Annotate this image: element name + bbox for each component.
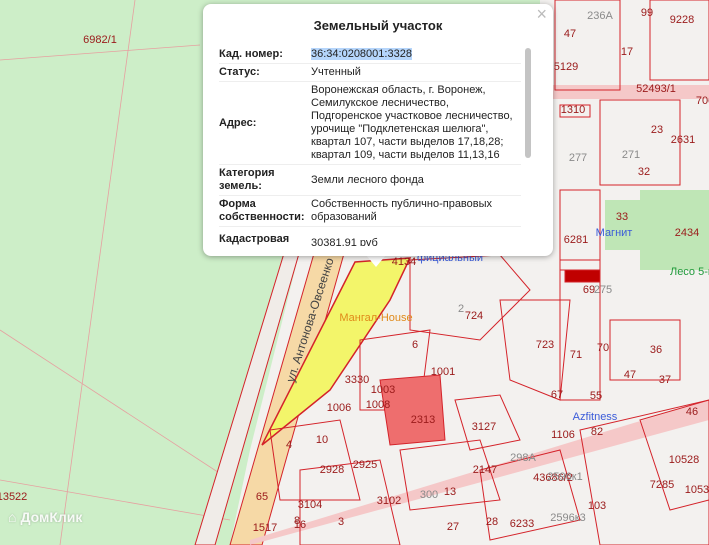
map-label: 3127: [471, 421, 497, 433]
map-label: 52493/1: [636, 83, 676, 95]
map-label: 724: [464, 310, 484, 322]
cadastral-number-value[interactable]: 36:34:0208001:3328: [311, 48, 412, 60]
scrollbar-thumb[interactable]: [525, 48, 531, 158]
field-label: Кад. номер:: [219, 48, 283, 60]
map-label: 3102: [376, 495, 402, 507]
map-label: 10528: [668, 454, 700, 466]
address-value: Воронежская область, г. Воронеж, Семилук…: [311, 84, 513, 161]
watermark-text: ДомКлик: [20, 509, 83, 525]
map-label: 1106: [551, 429, 575, 441]
map-label: 2596к1: [547, 471, 583, 483]
map-label: 16: [293, 519, 307, 531]
map-label: Магнит: [595, 227, 633, 239]
popup-title: Земельный участок: [313, 18, 443, 33]
field-label: Форма собственности:: [219, 198, 305, 223]
row-cadastral-number: Кад. номер: 36:34:0208001:3328: [219, 46, 521, 64]
map-label: 5129: [553, 61, 579, 73]
map-label: 3: [337, 516, 345, 528]
field-label: Адрес:: [219, 116, 257, 129]
row-cadastral-value: Кадастровая 30381,91 руб: [219, 227, 521, 246]
map-label: 10: [315, 434, 329, 446]
land-category-value: Земли лесного фонда: [311, 173, 424, 186]
field-label: Статус:: [219, 66, 260, 78]
map-label: 2: [457, 303, 465, 315]
map-label: 275: [593, 284, 613, 296]
map-label: 23: [650, 124, 664, 136]
map-label: 37: [658, 374, 672, 386]
map-label: Лесо 5-й: [669, 266, 709, 278]
map-label: 67: [550, 389, 564, 401]
map-label: 103: [587, 500, 607, 512]
map-label: 2596к3: [550, 512, 586, 524]
row-land-category: Категория земель: Земли лесного фонда: [219, 165, 521, 196]
map-label: 27: [446, 521, 460, 533]
map-label: 1310: [560, 104, 586, 116]
row-address: Адрес: Воронежская область, г. Воронеж, …: [219, 82, 521, 165]
map-label: 6281: [563, 234, 589, 246]
map-label: 6233: [509, 518, 535, 530]
map-label: 1517: [252, 522, 278, 534]
map-label: 6982/1: [83, 34, 117, 46]
map-label: Мангал-House: [339, 312, 413, 324]
map-label: 2434: [674, 227, 700, 239]
map-label: 99: [640, 7, 654, 19]
field-label: Кадастровая: [219, 233, 290, 245]
map-label: 28: [485, 516, 499, 528]
map-label: 82: [590, 426, 604, 438]
map-label: 2928: [319, 464, 345, 476]
map-label: 4: [285, 439, 293, 451]
row-status: Статус: Учтенный: [219, 64, 521, 82]
status-value: Учтенный: [311, 66, 361, 78]
map-label: 13: [443, 486, 457, 498]
map-label: 1001: [430, 366, 456, 378]
map-label: 47: [563, 28, 577, 40]
map-label: 2631: [670, 134, 696, 146]
field-label: Категория земель:: [219, 167, 275, 192]
map-label: 7285: [649, 479, 675, 491]
map-label: 706: [695, 95, 709, 107]
map-label: 36: [649, 344, 663, 356]
map-label: 3104: [297, 499, 323, 511]
map-label: Azfitness: [572, 411, 618, 423]
map-label: 17: [620, 46, 634, 58]
map-label: 2147: [472, 464, 498, 476]
map-label: 33: [615, 211, 629, 223]
map-label: 32: [637, 166, 651, 178]
map-label: 46: [685, 406, 699, 418]
map-label: 6: [411, 339, 419, 351]
map-label: 2925: [352, 459, 378, 471]
map-label: 236А: [587, 10, 613, 22]
map-label: 9228: [669, 14, 695, 26]
popup-scrollbar[interactable]: [524, 48, 532, 243]
domclick-watermark: ⌂ ДомКлик: [8, 509, 82, 525]
map-label: 3330: [344, 374, 370, 386]
map-label: 271: [621, 149, 641, 161]
map-label: 10530: [684, 484, 709, 496]
map-label: 1003: [370, 384, 396, 396]
row-ownership: Форма собственности: Собственность публи…: [219, 196, 521, 227]
map-label: 723: [535, 339, 555, 351]
map-label: 13522: [0, 491, 28, 503]
ownership-value: Собственность публично-правовых образова…: [311, 198, 493, 223]
map-label: 1006: [326, 402, 352, 414]
popup-tail: [366, 255, 386, 267]
map-label: 277: [568, 152, 588, 164]
map-label: 65: [255, 491, 269, 503]
map-label: 298А: [510, 452, 536, 464]
map-label: 1008: [365, 399, 391, 411]
map-label: 55: [589, 390, 603, 402]
map-label: 70: [596, 342, 610, 354]
map-label: 300: [419, 489, 439, 501]
map-label: 47: [623, 369, 637, 381]
map-label: 2313: [410, 414, 436, 426]
map-label: 71: [569, 349, 583, 361]
parcel-info-popup: × Земельный участок Кад. номер: 36:34:02…: [203, 4, 553, 256]
parcel-details: Кад. номер: 36:34:0208001:3328 Статус: У…: [219, 46, 521, 246]
cadastral-value: 30381,91 руб: [311, 237, 378, 246]
house-logo-icon: ⌂: [8, 509, 17, 525]
map-label: 4134: [391, 256, 417, 268]
